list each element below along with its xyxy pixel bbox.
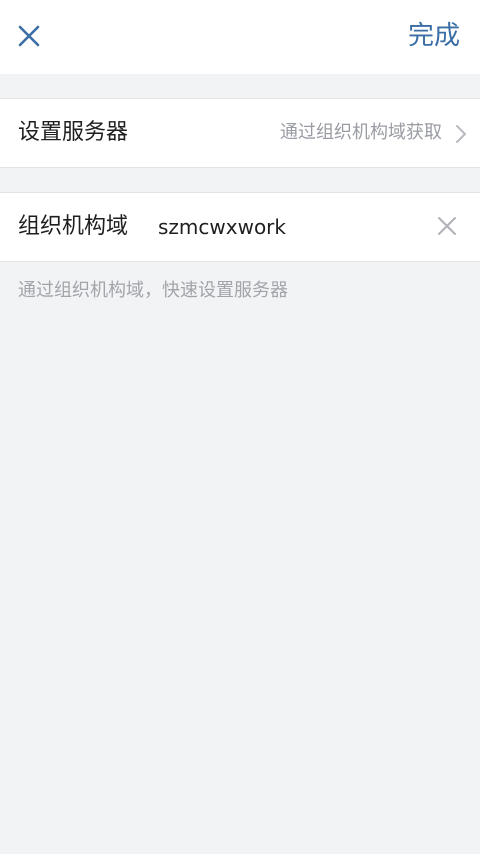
- server-setting-label: 设置服务器: [18, 120, 129, 145]
- org-domain-row: 组织机构域: [0, 192, 480, 262]
- done-button[interactable]: 完成: [408, 18, 460, 54]
- chevron-right-icon: [456, 125, 466, 143]
- server-setting-value: 通过组织机构域获取: [280, 122, 442, 143]
- close-button[interactable]: [14, 18, 44, 54]
- org-domain-label: 组织机构域: [18, 214, 129, 239]
- close-icon: [18, 25, 40, 47]
- clear-icon[interactable]: [436, 215, 458, 237]
- org-domain-hint: 通过组织机构域，快速设置服务器: [18, 280, 288, 301]
- org-domain-input[interactable]: [158, 207, 408, 247]
- server-setting-row[interactable]: 设置服务器 通过组织机构域获取: [0, 98, 480, 168]
- top-bar: 完成: [0, 0, 480, 74]
